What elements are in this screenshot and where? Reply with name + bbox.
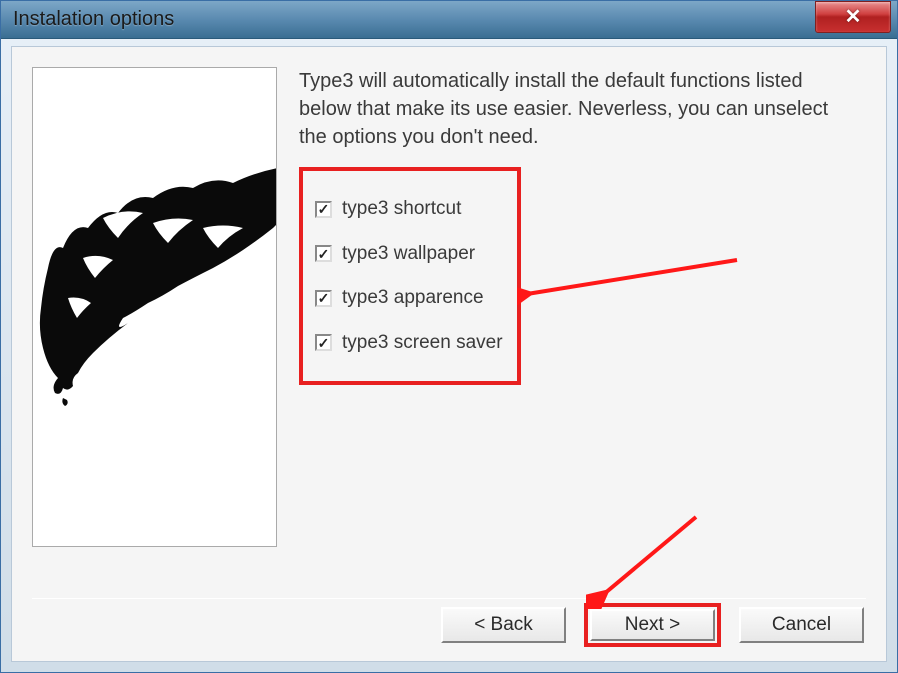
option-wallpaper: ✓ type3 wallpaper [315, 243, 505, 265]
close-icon: ✕ [845, 4, 862, 29]
titlebar: Instalation options ✕ [1, 1, 897, 39]
checkmark-icon: ✓ [318, 247, 330, 261]
checkbox-label: type3 screen saver [342, 332, 503, 354]
installer-window: Instalation options ✕ Type3 will automat… [0, 0, 898, 673]
checkmark-icon: ✓ [318, 336, 330, 350]
checkbox-label: type3 wallpaper [342, 243, 475, 265]
cancel-button[interactable]: Cancel [739, 607, 864, 643]
options-panel: Type3 will automatically install the def… [277, 67, 866, 571]
main-panel: Type3 will automatically install the def… [12, 47, 886, 591]
checkbox-shortcut[interactable]: ✓ [315, 201, 332, 218]
sidebar-graphic [32, 67, 277, 547]
checkbox-group: ✓ type3 shortcut ✓ type3 wallpaper ✓ typ… [299, 167, 521, 385]
option-screensaver: ✓ type3 screen saver [315, 332, 505, 354]
next-button[interactable]: Next > [590, 609, 715, 641]
close-button[interactable]: ✕ [815, 1, 891, 33]
checkbox-wallpaper[interactable]: ✓ [315, 245, 332, 262]
content-area: Type3 will automatically install the def… [11, 46, 887, 662]
checkbox-label: type3 shortcut [342, 198, 461, 220]
window-title: Instalation options [13, 8, 174, 31]
checkmark-icon: ✓ [318, 202, 330, 216]
checkbox-apparence[interactable]: ✓ [315, 290, 332, 307]
option-shortcut: ✓ type3 shortcut [315, 198, 505, 220]
separator [32, 598, 866, 599]
next-highlight-box: Next > [584, 603, 721, 647]
hand-graphic-icon [33, 168, 277, 408]
checkmark-icon: ✓ [318, 291, 330, 305]
checkbox-label: type3 apparence [342, 287, 484, 309]
checkbox-screensaver[interactable]: ✓ [315, 334, 332, 351]
description-text: Type3 will automatically install the def… [299, 67, 856, 151]
button-row: < Back Next > Cancel [441, 603, 864, 647]
back-button[interactable]: < Back [441, 607, 566, 643]
option-apparence: ✓ type3 apparence [315, 287, 505, 309]
